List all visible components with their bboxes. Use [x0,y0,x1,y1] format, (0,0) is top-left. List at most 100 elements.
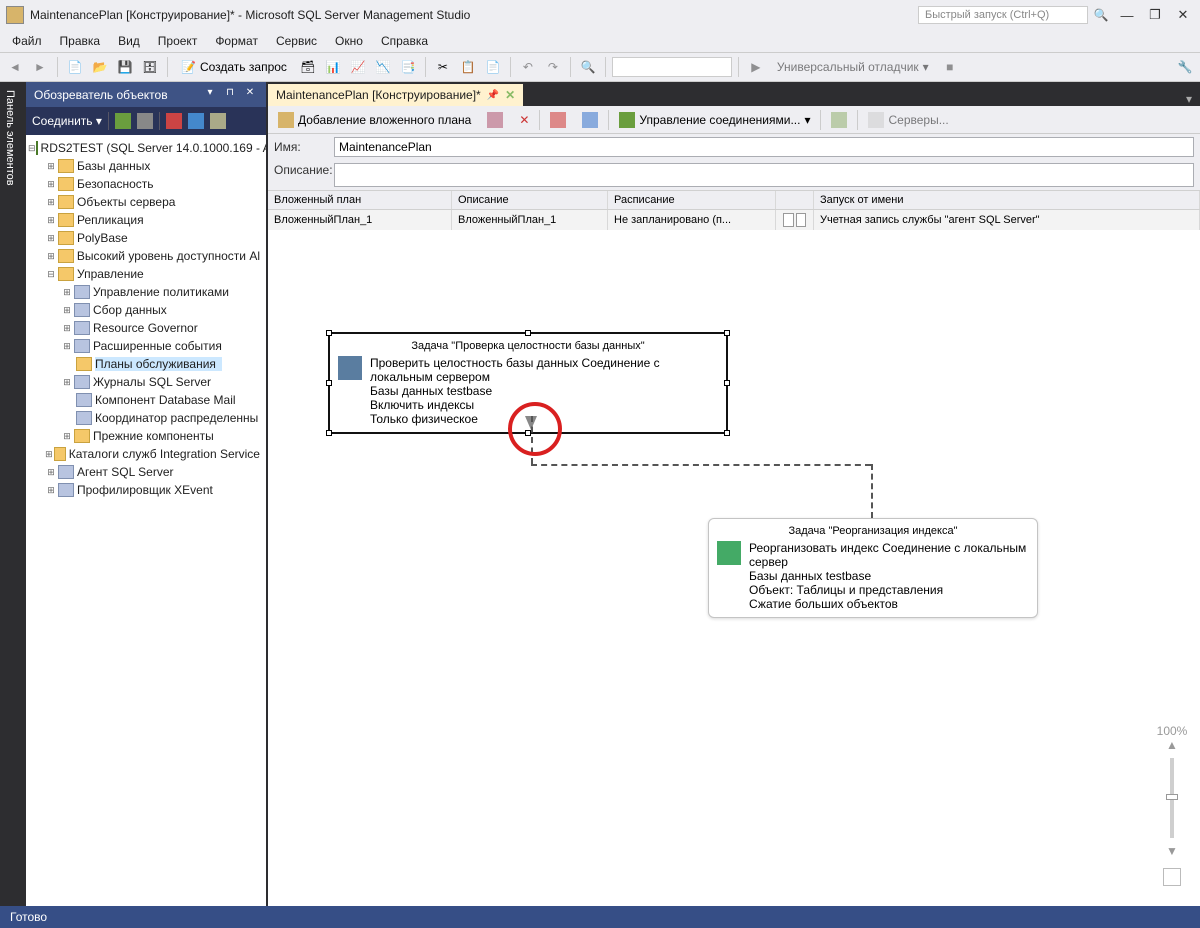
menu-project[interactable]: Проект [150,32,206,50]
resize-handle[interactable] [326,430,332,436]
close-tab-icon[interactable]: ✕ [505,88,515,102]
expand-icon[interactable]: ⊞ [44,161,58,172]
subplan-schedule-cell[interactable]: Не запланировано (п... [608,210,776,230]
more-icon[interactable] [210,113,226,129]
tree-high-availability[interactable]: Высокий уровень доступности Al [77,249,266,263]
task-reorganize-index[interactable]: Задача "Реорганизация индекса" Реорганиз… [708,518,1038,618]
undo-button[interactable]: ↶ [517,56,539,78]
expand-icon[interactable]: ⊞ [44,233,58,244]
stop-icon[interactable] [166,113,182,129]
expand-icon[interactable]: ⊞ [44,179,58,190]
refresh-icon[interactable] [115,113,131,129]
tree-security[interactable]: Безопасность [77,177,160,191]
panel-pin-icon[interactable]: ⊓ [222,87,238,103]
tree-polybase[interactable]: PolyBase [77,231,134,245]
name-input[interactable] [334,137,1194,157]
subplan-name-cell[interactable]: ВложенныйПлан_1 [268,210,452,230]
desc-input[interactable] [334,163,1194,187]
tree-server-objects[interactable]: Объекты сервера [77,195,181,209]
grid-header-schedule[interactable]: Расписание [608,191,776,209]
tool-icon-right[interactable]: 🔧 [1174,56,1196,78]
expand-icon[interactable]: ⊞ [60,431,74,442]
expand-icon[interactable]: ⊞ [44,467,58,478]
tree-databases[interactable]: Базы данных [77,159,156,173]
tree-sql-logs[interactable]: Журналы SQL Server [93,375,217,389]
db-query-icon[interactable]: 🗃 [297,56,319,78]
find-button[interactable]: 🔍 [577,56,599,78]
resize-handle[interactable] [724,380,730,386]
db-icon-3[interactable]: 📈 [347,56,369,78]
restore-button[interactable]: ❐ [1144,7,1166,23]
copy-button[interactable]: 📋 [457,56,479,78]
tree-xevent-profiler[interactable]: Профилировщик XEvent [77,483,219,497]
tree-resource-governor[interactable]: Resource Governor [93,321,204,335]
search-icon[interactable]: 🔍 [1092,6,1110,24]
subplan-row[interactable]: ВложенныйПлан_1 ВложенныйПлан_1 Не запла… [268,210,1200,230]
quick-launch-input[interactable]: Быстрый запуск (Ctrl+Q) [918,6,1088,24]
execute-button[interactable]: ▶ [745,56,767,78]
tree-sql-agent[interactable]: Агент SQL Server [77,465,180,479]
tree-legacy[interactable]: Прежние компоненты [93,429,220,443]
report-button[interactable] [825,109,853,131]
zoom-in-button[interactable]: ▲ [1152,738,1192,752]
new-button[interactable]: 📄 [64,56,86,78]
db-icon-4[interactable]: 📉 [372,56,394,78]
expand-icon[interactable]: ⊞ [44,197,58,208]
minimize-button[interactable]: — [1116,8,1138,23]
collapse-icon[interactable]: ⊟ [28,143,36,154]
expand-icon[interactable]: ⊞ [60,377,74,388]
grid-header-subplan[interactable]: Вложенный план [268,191,452,209]
open-button[interactable]: 📂 [89,56,111,78]
subplan-desc-cell[interactable]: ВложенныйПлан_1 [452,210,608,230]
pin-icon[interactable]: 📌 [487,90,499,101]
panel-dropdown-icon[interactable]: ▾ [202,87,218,103]
menu-tools[interactable]: Сервис [268,32,325,50]
tree-management[interactable]: Управление [77,267,150,281]
sync-icon[interactable] [188,113,204,129]
zoom-out-button[interactable]: ▼ [1152,844,1192,858]
tree-data-collection[interactable]: Сбор данных [93,303,173,317]
db-icon-2[interactable]: 📊 [322,56,344,78]
paste-button[interactable]: 📄 [482,56,504,78]
delete-button[interactable]: ✕ [513,109,535,131]
connect-button[interactable]: Соединить ▾ [32,114,102,128]
db-icon-5[interactable]: 📑 [397,56,419,78]
cut-button[interactable]: ✂ [432,56,454,78]
expand-icon[interactable]: ⊞ [44,485,58,496]
subplan-props-button[interactable] [481,109,509,131]
fit-to-screen-button[interactable] [1163,868,1181,886]
db-selector[interactable] [612,57,732,77]
zoom-slider[interactable] [1170,758,1174,838]
connector-line[interactable] [531,464,871,466]
menu-edit[interactable]: Правка [52,32,109,50]
close-button[interactable]: ✕ [1172,7,1194,23]
object-tree[interactable]: ⊟RDS2TEST (SQL Server 14.0.1000.169 - A … [26,135,266,911]
tree-policies[interactable]: Управление политиками [93,285,235,299]
subplan-runas-cell[interactable]: Учетная запись службы "агент SQL Server" [814,210,1200,230]
tree-dtc[interactable]: Координатор распределенны [95,411,264,425]
new-query-button[interactable]: 📝 Создать запрос [174,56,294,78]
tree-extended-events[interactable]: Расширенные события [93,339,228,353]
resize-handle[interactable] [724,330,730,336]
back-button[interactable]: ◄ [4,56,26,78]
grid-header-runas[interactable]: Запуск от имени [814,191,1200,209]
menu-format[interactable]: Формат [207,32,266,50]
expand-icon[interactable]: ⊞ [60,323,74,334]
menu-help[interactable]: Справка [373,32,436,50]
connector-line[interactable] [871,464,873,518]
expand-icon[interactable]: ⊞ [60,305,74,316]
resize-handle[interactable] [525,330,531,336]
menu-window[interactable]: Окно [327,32,371,50]
servers-button[interactable]: Серверы... [862,109,954,131]
tree-maintenance-plans[interactable]: Планы обслуживания [95,357,222,371]
collapse-icon[interactable]: ⊟ [44,269,58,280]
filter-icon[interactable] [137,113,153,129]
tabs-dropdown-icon[interactable]: ▾ [1178,92,1200,106]
add-subplan-button[interactable]: Добавление вложенного плана [272,109,477,131]
tree-root[interactable]: RDS2TEST (SQL Server 14.0.1000.169 - A [41,141,266,155]
debugger-button[interactable]: Универсальный отладчик ▾ [770,56,936,78]
manage-connections-button[interactable]: Управление соединениями... ▾ [613,109,816,131]
save-button[interactable]: 💾 [114,56,136,78]
schedule-icon[interactable] [783,213,794,227]
redo-button[interactable]: ↷ [542,56,564,78]
